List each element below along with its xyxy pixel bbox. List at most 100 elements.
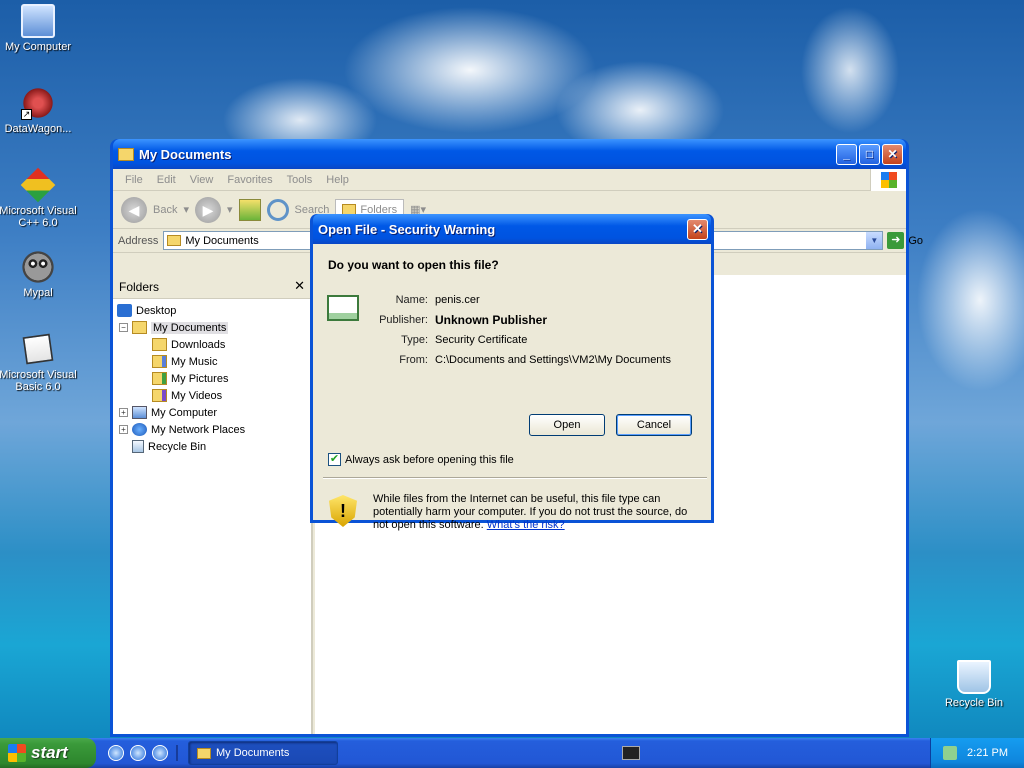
file-info: Name: penis.cer Publisher: Unknown Publi… [373, 290, 703, 370]
start-label: start [31, 743, 68, 762]
collapse-icon[interactable]: − [119, 323, 128, 332]
dialog-titlebar[interactable]: Open File - Security Warning ✕ [313, 214, 711, 244]
desktop-icon-label: DataWagon... [4, 123, 72, 135]
desktop-icon-recycle-bin[interactable]: Recycle Bin [932, 660, 1016, 709]
media-player-icon[interactable] [152, 745, 168, 761]
videos-folder-icon [152, 389, 167, 402]
go-label: Go [908, 234, 924, 247]
desktop-icon-datawagon[interactable]: ↗ DataWagon... [0, 86, 80, 135]
tree-item-label: My Documents [151, 321, 229, 334]
tree-item-label: My Videos [171, 389, 223, 402]
info-label: Name: [395, 294, 428, 306]
expand-icon[interactable]: + [119, 408, 128, 417]
menu-favorites[interactable]: Favorites [220, 174, 279, 186]
windows-logo-icon [870, 168, 906, 191]
internet-explorer-icon[interactable] [108, 745, 124, 761]
always-ask-checkbox[interactable]: ✔ [328, 453, 341, 466]
dialog-question: Do you want to open this file? [328, 258, 499, 272]
back-dropdown-icon[interactable]: ▾ [183, 203, 189, 216]
tree-item-label: My Network Places [151, 423, 246, 436]
computer-icon [132, 406, 147, 419]
explorer-titlebar[interactable]: My Documents _ □ ✕ [113, 139, 906, 169]
folders-pane-header: Folders ✕ [113, 275, 311, 299]
my-documents-icon [132, 321, 147, 334]
chevron-down-icon[interactable]: ▼ [866, 232, 883, 249]
desktop-icon [117, 304, 132, 317]
visual-cpp-icon [20, 167, 56, 203]
tree-item-my-pictures[interactable]: My Pictures [117, 370, 311, 387]
network-icon [132, 423, 147, 436]
menu-edit[interactable]: Edit [150, 174, 183, 186]
mypal-icon [21, 250, 55, 284]
clock[interactable]: 2:21 PM [967, 747, 1008, 759]
tree-item-label: My Computer [151, 406, 218, 419]
menu-tools[interactable]: Tools [280, 174, 320, 186]
back-arrow-icon[interactable]: ◀ [121, 196, 147, 223]
maximize-button[interactable]: □ [859, 143, 880, 165]
windows-logo-icon [8, 744, 26, 762]
quick-launch [108, 745, 178, 761]
go-arrow-icon: ➜ [887, 232, 905, 249]
tree-item-label: Recycle Bin [148, 440, 207, 453]
folder-icon [118, 147, 134, 161]
system-tray: 2:21 PM [930, 738, 1024, 768]
expand-icon[interactable]: + [119, 425, 128, 434]
taskbar-button-label: My Documents [216, 747, 290, 759]
desktop-icon-visual-basic[interactable]: Microsoft Visual Basic 6.0 [0, 332, 80, 393]
tree-item-my-videos[interactable]: My Videos [117, 387, 311, 404]
visual-basic-icon [22, 333, 54, 365]
tray-app-icon[interactable] [943, 746, 958, 760]
tree-item-label: My Pictures [171, 372, 229, 385]
forward-arrow-icon[interactable]: ▶ [195, 196, 221, 223]
info-row-from: From: C:\Documents and Settings\VM2\My D… [373, 350, 703, 370]
cancel-button[interactable]: Cancel [616, 414, 692, 436]
folder-icon [152, 338, 167, 351]
whats-the-risk-link[interactable]: What's the risk? [487, 519, 565, 531]
desktop-icon-my-computer[interactable]: My Computer [0, 4, 80, 53]
pictures-folder-icon [152, 372, 167, 385]
tree-item-my-computer[interactable]: + My Computer [117, 404, 311, 421]
info-row-type: Type: Security Certificate [373, 330, 703, 350]
tree-item-recycle-bin[interactable]: Recycle Bin [117, 438, 311, 455]
back-button-label[interactable]: Back [153, 204, 177, 216]
menu-help[interactable]: Help [319, 174, 356, 186]
forward-dropdown-icon[interactable]: ▾ [227, 203, 233, 216]
always-ask-label[interactable]: Always ask before opening this file [345, 454, 514, 466]
desktop-icon-visual-cpp[interactable]: Microsoft Visual C++ 6.0 [0, 167, 80, 229]
certificate-icon [327, 295, 359, 321]
taskbar-button-my-documents[interactable]: My Documents [188, 741, 338, 765]
info-label: Type: [401, 334, 428, 346]
go-button[interactable]: ➜ Go [887, 232, 923, 249]
close-button[interactable]: ✕ [687, 218, 708, 240]
folder-tree: Desktop − My Documents Downloads My Musi… [113, 299, 311, 455]
minimize-button[interactable]: _ [836, 143, 857, 165]
keyboard-icon[interactable] [622, 746, 640, 760]
desktop-icon-label: Mypal [23, 287, 53, 299]
recycle-bin-icon [132, 440, 144, 453]
close-icon[interactable]: ✕ [294, 278, 305, 294]
folders-pane: Folders ✕ Desktop − My Documents Downloa… [113, 275, 313, 734]
taskbar: start My Documents 2:21 PM [0, 738, 1024, 768]
tree-item-label: My Music [171, 355, 218, 368]
desktop-icon-label: Recycle Bin [944, 697, 1004, 709]
tree-item-my-documents[interactable]: − My Documents [117, 319, 311, 336]
file-source: C:\Documents and Settings\VM2\My Documen… [435, 354, 671, 366]
tree-item-network-places[interactable]: + My Network Places [117, 421, 311, 438]
start-button[interactable]: start [0, 738, 96, 768]
desktop-icon-label: Microsoft Visual C++ 6.0 [0, 205, 77, 229]
folder-icon [197, 747, 211, 759]
open-button[interactable]: Open [529, 414, 605, 436]
menu-file[interactable]: File [118, 174, 150, 186]
address-label: Address [118, 234, 159, 247]
tree-item-my-music[interactable]: My Music [117, 353, 311, 370]
computer-icon [21, 4, 55, 38]
up-folder-icon[interactable] [238, 198, 261, 221]
tree-item-desktop[interactable]: Desktop [117, 302, 311, 319]
search-icon[interactable] [266, 198, 289, 221]
tree-item-downloads[interactable]: Downloads [117, 336, 311, 353]
close-button[interactable]: ✕ [882, 143, 903, 165]
file-type: Security Certificate [435, 334, 528, 346]
menu-view[interactable]: View [183, 174, 221, 186]
show-desktop-icon[interactable] [130, 745, 146, 761]
desktop-icon-mypal[interactable]: Mypal [0, 250, 80, 299]
